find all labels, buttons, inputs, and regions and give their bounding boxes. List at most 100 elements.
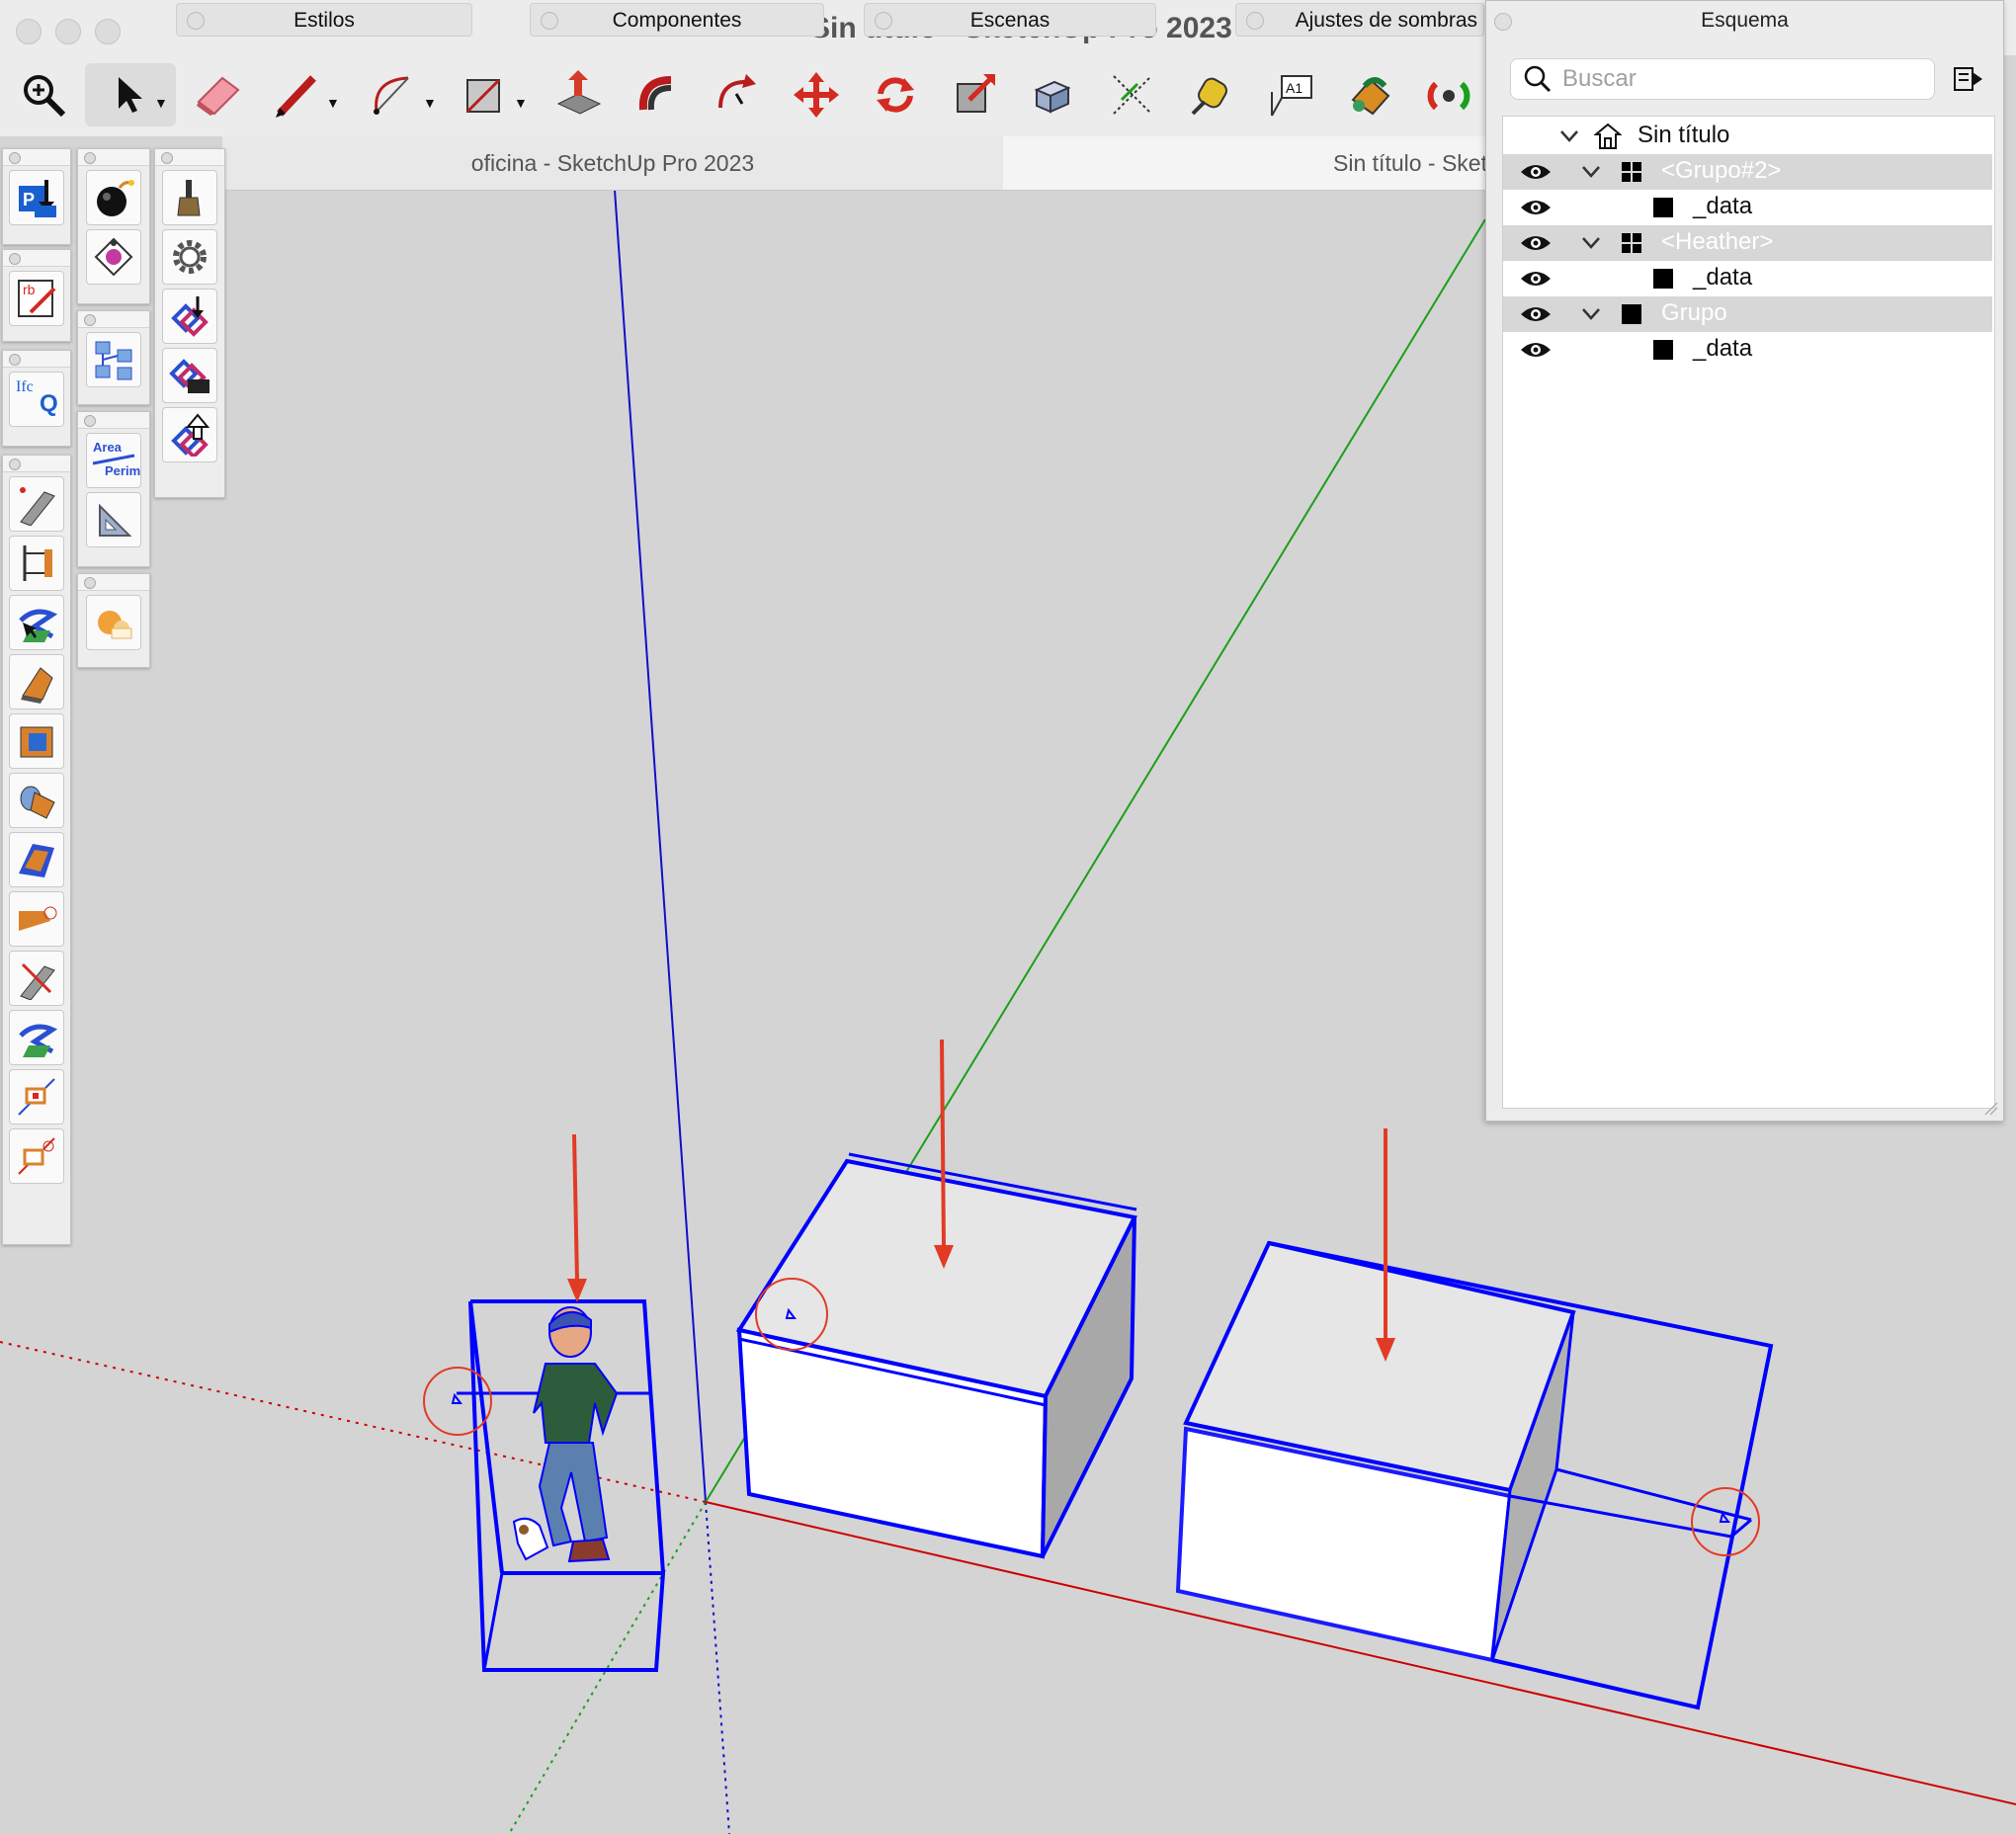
join-shapes-icon[interactable] (9, 773, 64, 828)
taper-tool-icon[interactable] (9, 654, 64, 709)
eye-icon[interactable] (1519, 196, 1553, 219)
component-icon (1622, 162, 1641, 182)
ruby-editor-icon[interactable]: rb (9, 271, 64, 326)
tray-close-dot[interactable] (187, 12, 205, 30)
text-label-icon[interactable]: A1 (1259, 63, 1322, 126)
chevron-down-icon[interactable] (1558, 128, 1580, 144)
hierarchy-icon[interactable] (86, 332, 141, 387)
tree-row-data[interactable]: _data (1503, 332, 1992, 368)
frame-panel-icon[interactable] (9, 713, 64, 769)
eye-icon[interactable] (1519, 267, 1553, 291)
path-sweep-icon[interactable] (9, 1010, 64, 1065)
brush-icon[interactable] (162, 170, 217, 225)
import-layout-icon[interactable] (162, 289, 217, 344)
protractor-icon[interactable] (1101, 63, 1164, 126)
chevron-down-icon[interactable] (1580, 235, 1602, 251)
rectangle-icon[interactable]: ▼ (453, 63, 528, 126)
tree-row-root[interactable]: Sin título (1503, 119, 1992, 154)
minimize-window-button[interactable] (55, 19, 81, 44)
eye-icon[interactable] (1519, 338, 1553, 362)
rotate-icon[interactable] (864, 63, 927, 126)
tree-row-data[interactable]: _data (1503, 261, 1992, 296)
line-cross-icon[interactable] (9, 951, 64, 1006)
area-perimeter-icon[interactable]: Area Perim (86, 433, 141, 488)
eraser-icon[interactable] (186, 63, 249, 126)
arc-icon[interactable]: ▼ (362, 63, 437, 126)
box-grupo[interactable] (1175, 1240, 1774, 1710)
chevron-down-icon[interactable]: ▼ (326, 95, 340, 111)
bomb-icon[interactable] (86, 170, 141, 225)
gear-icon[interactable] (162, 229, 217, 285)
keyboard-shortcut-icon[interactable] (162, 348, 217, 403)
details-menu-icon[interactable] (1951, 62, 1984, 96)
palette-close-dot[interactable] (84, 415, 96, 427)
outliner-tree: Sin título <Grupo#2> _data <Heather> _da… (1502, 116, 1995, 1109)
palette-close-dot[interactable] (9, 253, 21, 265)
palette-close-dot[interactable] (84, 577, 96, 589)
dimension-frame-icon[interactable] (9, 536, 64, 591)
surface-tool-icon[interactable] (9, 832, 64, 887)
tray-close-dot[interactable] (875, 12, 892, 30)
eye-icon[interactable] (1519, 231, 1553, 255)
tape-measure-icon[interactable] (1180, 63, 1243, 126)
section-frame-icon[interactable] (9, 1069, 64, 1125)
chevron-down-icon[interactable] (1580, 164, 1602, 180)
scale-icon[interactable] (943, 63, 1006, 126)
palette-close-dot[interactable] (84, 152, 96, 164)
palette-close-dot[interactable] (9, 354, 21, 366)
profile-icon[interactable] (9, 476, 64, 532)
sweep-tool-icon[interactable] (9, 595, 64, 650)
push-pull-icon[interactable] (547, 63, 611, 126)
eye-icon[interactable] (1519, 160, 1553, 184)
cut-opening-icon[interactable] (9, 891, 64, 947)
orbit-icon[interactable] (1417, 63, 1480, 126)
zoom-icon[interactable] (12, 63, 75, 126)
triangle-icon[interactable] (86, 492, 141, 547)
export-pdf-icon[interactable]: P (9, 170, 64, 225)
section-frame-remove-icon[interactable] (9, 1128, 64, 1184)
tray-close-dot[interactable] (1246, 12, 1264, 30)
tray-escenas[interactable]: Escenas (864, 3, 1156, 37)
chevron-down-icon[interactable]: ▼ (514, 95, 528, 111)
eye-icon[interactable] (1519, 302, 1553, 326)
tray-sombras[interactable]: Ajustes de sombras (1235, 3, 1484, 37)
main-toolbar: ▼ ▼ ▼ ▼ A1 (0, 55, 1487, 136)
tree-row-grupo[interactable]: Grupo (1503, 296, 1992, 332)
outliner-search[interactable] (1510, 58, 1935, 100)
tree-row-grupo2[interactable]: <Grupo#2> (1503, 154, 1992, 190)
pencil-icon[interactable]: ▼ (265, 63, 340, 126)
select-arrow-icon[interactable]: ▼ (85, 63, 176, 126)
palette-close-dot[interactable] (9, 152, 21, 164)
follow-me-icon[interactable] (706, 63, 769, 126)
zoom-window-button[interactable] (95, 19, 121, 44)
tab-oficina[interactable]: oficina - SketchUp Pro 2023 (222, 136, 1004, 190)
intersect-icon[interactable] (1022, 63, 1085, 126)
palette-close-dot[interactable] (84, 314, 96, 326)
component-tag-icon[interactable] (86, 229, 141, 285)
ifc-manager-icon[interactable]: Ifc Q (9, 372, 64, 427)
palette-close-dot[interactable] (9, 458, 21, 470)
chevron-down-icon[interactable]: ▼ (423, 95, 437, 111)
paint-bucket-icon[interactable] (1338, 63, 1401, 126)
chevron-down-icon[interactable] (1580, 306, 1602, 322)
box-grupo2[interactable] (735, 1152, 1137, 1559)
tray-componentes[interactable]: Componentes (530, 3, 824, 37)
palette-col2-b (77, 310, 150, 405)
tree-row-label: Grupo (1661, 299, 1727, 326)
plugin-logo-icon[interactable] (86, 595, 141, 650)
export-layout-icon[interactable] (162, 407, 217, 462)
tree-row-data[interactable]: _data (1503, 190, 1992, 225)
palette-close-dot[interactable] (161, 152, 173, 164)
search-input[interactable] (1560, 63, 1920, 95)
tray-close-dot[interactable] (541, 12, 558, 30)
tray-estilos[interactable]: Estilos (176, 3, 472, 37)
move-icon[interactable] (785, 63, 848, 126)
tree-row-label: _data (1693, 193, 1753, 219)
tab-sin-titulo[interactable]: Sin título - Sket (1003, 136, 1487, 190)
tree-row-heather[interactable]: <Heather> (1503, 225, 1992, 261)
resize-grip-icon[interactable] (1983, 1101, 1999, 1117)
offset-icon[interactable] (627, 63, 690, 126)
component-heather[interactable] (457, 1299, 666, 1672)
close-window-button[interactable] (16, 19, 42, 44)
chevron-down-icon[interactable]: ▼ (154, 95, 168, 111)
